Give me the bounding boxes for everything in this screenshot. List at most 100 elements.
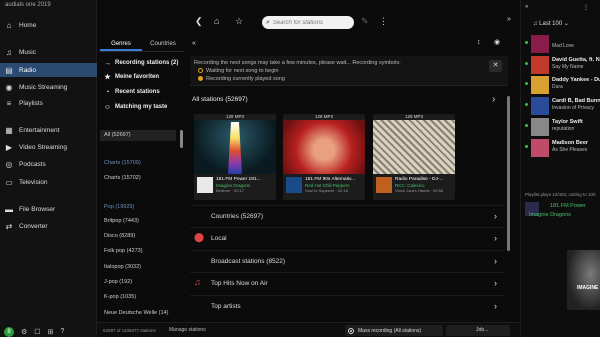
category-row[interactable]: ♫ Top Hits Now on Air ›	[190, 272, 505, 294]
genre-group-header[interactable]: Pop (19929)	[104, 204, 134, 210]
recent-song[interactable]: David Guetta, ft. Nic...Say My Name	[525, 55, 600, 77]
album-art	[283, 120, 365, 174]
chevron-right-icon: ›	[494, 278, 497, 288]
chevron-right-icon: ›	[494, 301, 497, 311]
nav-item-video-streaming[interactable]: ▶ Video Streaming	[0, 140, 97, 154]
nav-label: Television	[19, 178, 48, 186]
genre-item[interactable]: Neue Deutsche Welle (14)	[104, 310, 168, 316]
station-name: Radio Paradise - DJ-...	[395, 177, 444, 182]
recent-song[interactable]: Taylor Swift reputation	[525, 117, 600, 139]
jobs-button[interactable]: Job...	[446, 325, 510, 336]
playlist-icon: ≡	[6, 98, 12, 108]
genre-group-header[interactable]: Charts (15709)	[104, 160, 141, 166]
station-search[interactable]: ⌕	[262, 16, 354, 29]
podcast-icon: ◎	[5, 159, 13, 169]
nav-label: Podcasts	[19, 160, 46, 168]
last-100-dropdown[interactable]: ♫ Last 100 ⌄	[533, 20, 569, 27]
genre-item[interactable]: Disco (8289)	[104, 233, 135, 239]
nav-item-home[interactable]: ⌂ Home	[0, 18, 97, 32]
now-playing[interactable]: 181.FM Power Imagine Dragons	[523, 200, 599, 228]
tab-countries[interactable]: Countries	[142, 38, 184, 51]
waiting-icon	[198, 68, 203, 74]
expand-icon[interactable]: ↕	[477, 39, 481, 46]
song-cover	[531, 118, 549, 136]
nav-item-music[interactable]: ♫ Music	[0, 45, 97, 59]
mass-recording-button[interactable]: Mass recording (All stations)	[345, 325, 443, 336]
top-hits-icon: ♫	[194, 277, 201, 287]
song-cover	[531, 139, 549, 157]
home-icon[interactable]: ⌂	[214, 16, 219, 26]
music-note-icon: ♫	[6, 47, 12, 57]
quicklink-1[interactable]: ★ Meine favoriten	[103, 71, 189, 83]
genre-item[interactable]: Britpop (7443)	[104, 218, 139, 224]
nav-item-radio[interactable]: ▤ Radio	[0, 63, 97, 77]
genre-item[interactable]: Italopop (3032)	[104, 264, 141, 270]
main-scrollbar[interactable]	[507, 96, 510, 251]
category-row[interactable]: ⬤ Local ›	[190, 227, 505, 249]
collapse-left-icon[interactable]: «	[192, 40, 196, 47]
quicklink-label: Recording stations (2)	[115, 60, 179, 66]
view-icon[interactable]: ◉	[494, 38, 500, 46]
layout-icon[interactable]: ⊞	[48, 328, 54, 336]
genre-item[interactable]: K-pop (1035)	[104, 294, 136, 300]
pin-icon[interactable]: ✎	[361, 16, 369, 27]
category-row[interactable]: Top artists ›	[190, 295, 505, 317]
nav-item-television[interactable]: ▭ Television	[0, 175, 97, 189]
nav-item-music-streaming[interactable]: ◉ Music Streaming	[0, 80, 97, 94]
category-label: Local	[211, 235, 227, 242]
expand-panel-icon[interactable]: «	[525, 4, 528, 10]
more-menu-icon[interactable]: ⋮	[583, 4, 589, 11]
chevron-right-icon[interactable]: ›	[492, 94, 495, 105]
nav-label: Playlists	[19, 99, 43, 107]
station-card-1[interactable]: 128 MP3 181.FM Power 181... Imagine Drag…	[194, 114, 276, 200]
nav-item-podcasts[interactable]: ◎ Podcasts	[0, 157, 97, 171]
category-row[interactable]: Countries (52697) ›	[190, 205, 505, 227]
tab-genres[interactable]: Genres	[100, 38, 142, 51]
back-icon[interactable]: ❮	[195, 16, 203, 27]
tv-icon: ▭	[5, 177, 13, 187]
help-icon[interactable]: ?	[60, 328, 64, 335]
genre-item[interactable]: Charts (15702)	[104, 175, 141, 181]
song-artist: As She Pleases	[552, 147, 588, 153]
recent-song[interactable]: Mad Love	[525, 34, 600, 56]
window-icon[interactable]: ☐	[34, 328, 40, 336]
notice-waiting: Waiting for next song to begin	[198, 68, 279, 74]
quicklink-0[interactable]: → Recording stations (2)	[103, 57, 189, 69]
nav-label: Entertainment	[19, 126, 60, 134]
station-card-3[interactable]: 128 MP3 Radio Paradise - DJ-... RCC: Cal…	[373, 114, 455, 200]
nav-label: Converter	[19, 222, 48, 230]
station-name: 181.FM Power 181...	[216, 177, 261, 182]
station-card-2[interactable]: 128 MP3 181.FM 90s Alternativ... Red Hot…	[283, 114, 365, 200]
collapse-right-icon[interactable]: »	[507, 16, 511, 23]
quicklink-2[interactable]: ◔ Recent stations	[103, 86, 189, 98]
star-icon[interactable]: ☆	[235, 16, 243, 27]
recent-icon: ◔	[105, 88, 110, 96]
nav-item-entertainment[interactable]: ▦ Entertainment	[0, 123, 97, 137]
right-panel: « ⋮ ♫ Last 100 ⌄ Mad Love David Guetta, f…	[520, 0, 600, 337]
search-input[interactable]	[272, 19, 351, 26]
nav-label: Video Streaming	[19, 143, 67, 151]
nav-item-playlists[interactable]: ≡ Playlists	[0, 96, 97, 110]
quicklink-label: Matching my taste	[115, 104, 168, 110]
category-label: Top artists	[211, 303, 241, 310]
genre-item[interactable]: J-pop (192)	[104, 279, 132, 285]
nav-item-converter[interactable]: ⇄ Converter	[0, 219, 97, 233]
recent-song[interactable]: Daddy Yankee - DuraDura	[525, 75, 600, 97]
song-title: David Guetta, ft. Nic...	[552, 57, 600, 63]
category-row[interactable]: Broadcast stations (8522) ›	[190, 250, 505, 272]
manage-stations-link[interactable]: Manage stations	[169, 327, 206, 333]
genre-item[interactable]: All (52697)	[100, 130, 176, 141]
genre-item[interactable]: Folk pop (4273)	[104, 248, 143, 254]
all-stations-heading[interactable]: All stations (52697)	[192, 96, 248, 103]
album-art	[194, 120, 276, 174]
more-menu-icon[interactable]: ⋮	[379, 16, 388, 27]
settings-icon[interactable]: ⚙	[21, 328, 27, 336]
recent-song[interactable]: Cardi B, Bad Bunny...Invasion of Privacy	[525, 96, 600, 118]
user-account-icon[interactable]: 8	[4, 326, 14, 337]
folder-icon: ▬	[5, 204, 13, 214]
quicklink-3[interactable]: ☺ Matching my taste	[103, 101, 189, 113]
nav-item-file-browser[interactable]: ▬ File Browser	[0, 202, 97, 216]
close-icon[interactable]: ✕	[489, 60, 502, 72]
recent-song[interactable]: Madison Beer As She Pleases	[525, 138, 600, 160]
genre-scrollbar[interactable]	[180, 130, 183, 148]
